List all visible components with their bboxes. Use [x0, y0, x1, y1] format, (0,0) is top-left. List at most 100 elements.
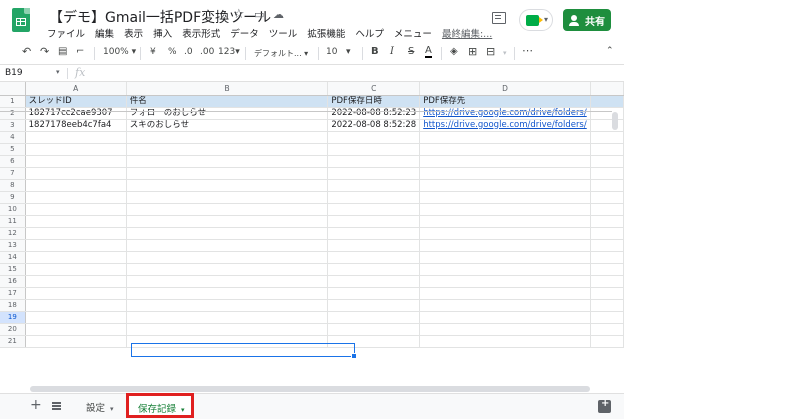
cell[interactable]: [590, 95, 624, 108]
more-options-button[interactable]: ⋯: [522, 44, 533, 57]
cell[interactable]: 182717cc2cae9307: [25, 107, 127, 120]
menu-format[interactable]: 表示形式: [182, 29, 220, 40]
cell[interactable]: [327, 299, 421, 312]
row-header[interactable]: 7: [0, 167, 26, 180]
row-header[interactable]: 12: [0, 227, 26, 240]
cell[interactable]: [590, 191, 624, 204]
cell[interactable]: [419, 299, 591, 312]
cell[interactable]: [25, 287, 127, 300]
cell[interactable]: [419, 215, 591, 228]
cell[interactable]: [25, 167, 127, 180]
text-color-button[interactable]: A: [425, 46, 432, 58]
row-header[interactable]: 4: [0, 131, 26, 144]
cell[interactable]: [25, 251, 127, 264]
cell[interactable]: [590, 299, 624, 312]
undo-icon[interactable]: ↶: [22, 45, 31, 58]
cell[interactable]: スレッドID: [25, 95, 127, 108]
cell[interactable]: [25, 227, 127, 240]
cell[interactable]: [419, 167, 591, 180]
cell[interactable]: [126, 323, 329, 336]
cell[interactable]: [25, 239, 127, 252]
cell[interactable]: [590, 155, 624, 168]
menu-edit[interactable]: 編集: [95, 29, 114, 40]
cell[interactable]: [419, 251, 591, 264]
row-header[interactable]: 18: [0, 299, 26, 312]
sheet-grid[interactable]: A B C D 1 スレッドID 件名 PDF保存日時 PDF保存先 2 182717cc2…: [0, 82, 624, 387]
column-header-c[interactable]: C: [327, 82, 421, 96]
cell[interactable]: [25, 299, 127, 312]
row-header[interactable]: 6: [0, 155, 26, 168]
cell[interactable]: [419, 143, 591, 156]
cell[interactable]: [419, 179, 591, 192]
explore-icon[interactable]: [598, 398, 611, 413]
cell[interactable]: [25, 311, 127, 324]
vertical-scrollbar[interactable]: [612, 112, 618, 130]
cell[interactable]: [327, 155, 421, 168]
cell[interactable]: [419, 311, 591, 324]
cell[interactable]: [590, 239, 624, 252]
name-box[interactable]: B19: [5, 68, 23, 78]
cell[interactable]: [126, 275, 329, 288]
row-header[interactable]: 14: [0, 251, 26, 264]
cell[interactable]: [590, 275, 624, 288]
cell[interactable]: [327, 287, 421, 300]
cell[interactable]: [25, 203, 127, 216]
column-header-b[interactable]: B: [126, 82, 329, 96]
cell[interactable]: [126, 287, 329, 300]
cell[interactable]: [327, 143, 421, 156]
column-header-e[interactable]: [590, 82, 624, 96]
cell[interactable]: [590, 227, 624, 240]
cell[interactable]: [25, 131, 127, 144]
cell[interactable]: [419, 263, 591, 276]
cell[interactable]: [327, 203, 421, 216]
cell[interactable]: [126, 299, 329, 312]
cell[interactable]: [419, 203, 591, 216]
redo-icon[interactable]: ↷: [40, 45, 49, 58]
bold-button[interactable]: B: [371, 46, 379, 57]
cell[interactable]: [25, 143, 127, 156]
add-sheet-icon[interactable]: +: [30, 397, 42, 413]
cell[interactable]: https://drive.google.com/drive/folders/: [419, 119, 591, 132]
row-header[interactable]: 5: [0, 143, 26, 156]
last-edit-link[interactable]: 最終編集:...: [442, 29, 492, 40]
share-button[interactable]: 共有: [563, 9, 611, 31]
cell[interactable]: [419, 155, 591, 168]
horizontal-scrollbar[interactable]: [30, 386, 590, 392]
cell[interactable]: [126, 179, 329, 192]
cell[interactable]: [590, 323, 624, 336]
cell[interactable]: [419, 275, 591, 288]
cell[interactable]: [419, 239, 591, 252]
more-formats-button[interactable]: 123▾: [218, 47, 240, 57]
italic-button[interactable]: I: [390, 46, 394, 57]
cell[interactable]: [126, 215, 329, 228]
currency-format-button[interactable]: ¥: [150, 47, 156, 57]
cell[interactable]: [590, 311, 624, 324]
row-header[interactable]: 13: [0, 239, 26, 252]
cell[interactable]: [590, 119, 624, 132]
name-box-dropdown-icon[interactable]: ▾: [56, 68, 60, 76]
cell[interactable]: [25, 215, 127, 228]
menu-data[interactable]: データ: [230, 29, 259, 40]
cell[interactable]: [327, 311, 421, 324]
merge-cells-icon[interactable]: ⊟: [486, 45, 495, 58]
menu-help[interactable]: ヘルプ: [355, 29, 384, 40]
cell[interactable]: [419, 323, 591, 336]
cell[interactable]: [126, 263, 329, 276]
menu-custom[interactable]: メニュー: [394, 29, 432, 40]
cell[interactable]: 2022-08-08 8:52:28: [327, 119, 421, 132]
cell[interactable]: [126, 335, 329, 348]
menu-extensions[interactable]: 拡張機能: [307, 29, 345, 40]
cell[interactable]: [327, 131, 421, 144]
fill-color-icon[interactable]: ◈: [450, 46, 458, 57]
comment-history-icon[interactable]: [492, 12, 506, 24]
cell[interactable]: [419, 335, 591, 348]
cell[interactable]: [590, 263, 624, 276]
cell[interactable]: [25, 275, 127, 288]
cell[interactable]: 1827178eeb4c7fa4: [25, 119, 127, 132]
cell[interactable]: [25, 263, 127, 276]
cell[interactable]: 2022-08-08 8:52:23: [327, 107, 421, 120]
cell[interactable]: [327, 215, 421, 228]
cell[interactable]: PDF保存先: [419, 95, 591, 108]
cell[interactable]: [25, 155, 127, 168]
cell[interactable]: [25, 191, 127, 204]
